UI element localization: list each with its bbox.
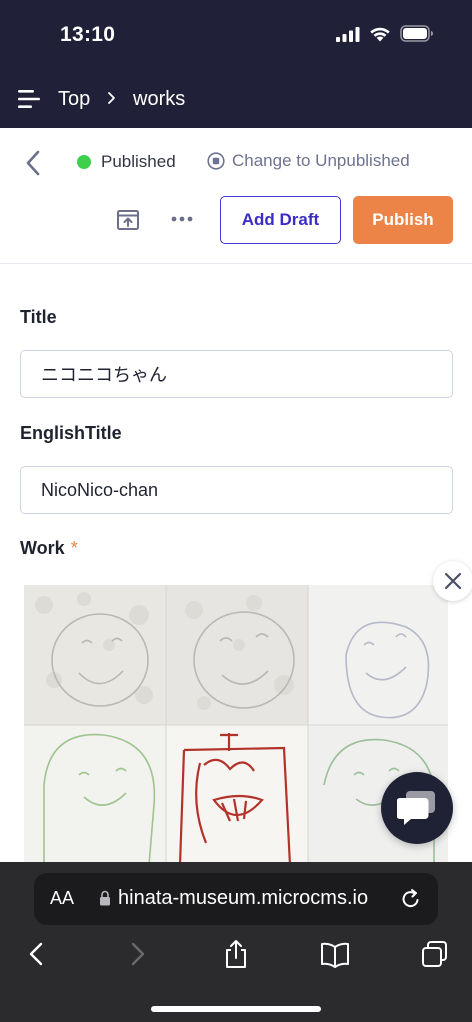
breadcrumb-top[interactable]: Top: [58, 88, 90, 111]
address-bar[interactable]: AA hinata-museum.microcms.io: [34, 873, 438, 925]
lock-icon: [100, 890, 110, 906]
required-mark: *: [70, 538, 78, 558]
change-status-label: Change to Unpublished: [232, 151, 410, 170]
english-title-label: EnglishTitle: [20, 423, 122, 443]
battery-icon: [400, 25, 433, 42]
tabs-icon[interactable]: [420, 938, 450, 970]
browser-chrome: AA hinata-museum.microcms.io: [0, 862, 472, 1022]
breadcrumb-bar: Top works: [0, 80, 472, 120]
remove-image-button[interactable]: [433, 561, 472, 601]
change-to-unpublished-button[interactable]: Change to Unpublished: [207, 151, 410, 171]
status-time: 13:10: [60, 23, 116, 46]
wifi-icon: [370, 27, 390, 41]
publish-button[interactable]: Publish: [353, 196, 453, 244]
back-chevron-icon[interactable]: [22, 148, 46, 178]
title-label: Title: [20, 307, 57, 327]
work-label-text: Work: [20, 538, 65, 558]
more-options-icon[interactable]: [170, 212, 194, 226]
chat-support-button[interactable]: [381, 772, 453, 844]
preview-upload-icon[interactable]: [116, 208, 140, 232]
back-icon[interactable]: [22, 938, 52, 970]
menu-icon[interactable]: [18, 89, 40, 109]
add-draft-button[interactable]: Add Draft: [220, 196, 341, 244]
home-indicator: [151, 1006, 321, 1012]
status-label: Published: [101, 152, 176, 171]
breadcrumb-works[interactable]: works: [133, 88, 185, 111]
share-icon[interactable]: [221, 938, 251, 970]
text-size-button[interactable]: AA: [50, 888, 74, 909]
header-divider: [0, 263, 472, 264]
published-status-dot: [77, 155, 91, 169]
stop-circle-icon: [207, 152, 225, 170]
app-header: 13:10 Top works: [0, 0, 472, 128]
chevron-right-icon: [108, 92, 115, 104]
status-icons: [336, 25, 434, 42]
url-text: hinata-museum.microcms.io: [118, 887, 369, 909]
reload-icon[interactable]: [400, 888, 422, 910]
bookmarks-icon[interactable]: [320, 938, 350, 970]
chat-bubble-icon: [397, 791, 435, 825]
english-title-input[interactable]: [20, 466, 453, 514]
close-icon: [444, 572, 462, 590]
title-input[interactable]: [20, 350, 453, 398]
signal-icon: [336, 26, 360, 42]
work-label: Work *: [20, 538, 78, 559]
forward-icon[interactable]: [122, 938, 152, 970]
